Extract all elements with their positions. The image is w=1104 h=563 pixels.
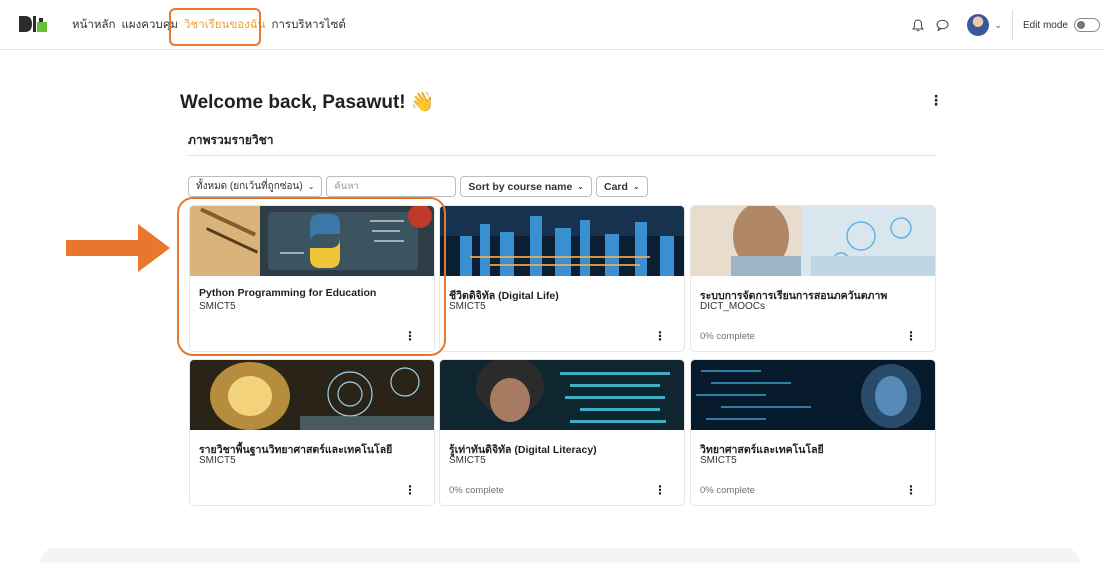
course-category: SMICT5 — [199, 455, 236, 466]
course-progress: 0% complete — [449, 485, 504, 496]
view-dropdown-label: Card — [604, 180, 628, 193]
grouping-dropdown-label: ทั้งหมด (ยกเว้นที่ถูกซ่อน) — [196, 181, 303, 192]
annotation-highlight-nav — [169, 8, 261, 46]
course-card[interactable]: รายวิชาพื้นฐานวิทยาศาสตร์และเทคโนโลยี SM… — [189, 359, 435, 506]
grouping-dropdown[interactable]: ทั้งหมด (ยกเว้นที่ถูกซ่อน) ⌄ — [188, 176, 323, 197]
course-menu-icon[interactable]: ⋮ — [905, 329, 917, 343]
course-menu-icon[interactable]: ⋮ — [654, 483, 666, 497]
course-image — [440, 206, 684, 276]
page-title: Welcome back, Pasawut! 👋 — [180, 92, 435, 113]
course-card[interactable]: ระบบการจัดการเรียนการสอนภควันตภาพ DICT_M… — [690, 205, 936, 352]
nav-divider — [1011, 10, 1013, 40]
course-menu-icon[interactable]: ⋮ — [654, 329, 666, 343]
chat-icon[interactable] — [933, 16, 951, 34]
course-category: DICT_MOOCs — [700, 301, 765, 312]
course-filters: ทั้งหมด (ยกเว้นที่ถูกซ่อน) ⌄ Sort by cou… — [188, 176, 648, 197]
view-dropdown[interactable]: Card ⌄ — [596, 176, 648, 197]
search-input[interactable] — [326, 176, 457, 197]
section-title: ภาพรวมรายวิชา — [188, 133, 274, 147]
course-category: SMICT5 — [449, 301, 486, 312]
section-divider — [188, 155, 936, 156]
course-card[interactable]: วิทยาศาสตร์และเทคโนโลยี SMICT5 0% comple… — [690, 359, 936, 506]
annotation-highlight-card — [177, 197, 446, 356]
chevron-down-icon: ⌄ — [307, 182, 315, 191]
course-image — [190, 360, 434, 430]
course-card[interactable]: ชีวิตดิจิทัล (Digital Life) SMICT5 ⋮ — [439, 205, 685, 352]
page-actions-menu-icon[interactable]: ⋮ — [929, 92, 943, 109]
annotation-arrow-icon — [66, 224, 170, 272]
course-image — [691, 206, 935, 276]
course-image — [440, 360, 684, 430]
nav-item-home[interactable]: หน้าหลัก — [72, 16, 116, 34]
course-card[interactable]: รู้เท่าทันดิจิทัล (Digital Literacy) SMI… — [439, 359, 685, 506]
course-category: SMICT5 — [449, 455, 486, 466]
user-tools: ⌄ Edit mode — [909, 0, 1104, 50]
bell-icon[interactable] — [909, 16, 927, 34]
nav-item-site-admin[interactable]: การบริหารไซต์ — [272, 16, 346, 34]
course-menu-icon[interactable]: ⋮ — [905, 483, 917, 497]
sort-dropdown[interactable]: Sort by course name ⌄ — [460, 176, 592, 197]
course-image — [691, 360, 935, 430]
user-avatar[interactable] — [967, 14, 990, 36]
edit-mode-toggle[interactable] — [1074, 18, 1100, 32]
top-navbar: หน้าหลัก แผงควบคุม วิชาเรียนของฉัน การบร… — [0, 0, 1104, 50]
chevron-down-icon[interactable]: ⌄ — [994, 20, 1002, 31]
course-menu-icon[interactable]: ⋮ — [404, 483, 416, 497]
edit-mode-label: Edit mode — [1022, 19, 1068, 31]
site-logo[interactable] — [18, 13, 48, 37]
footer-band — [40, 548, 1080, 563]
chevron-down-icon: ⌄ — [632, 182, 640, 191]
course-category: SMICT5 — [700, 455, 737, 466]
sort-dropdown-label: Sort by course name — [468, 180, 573, 193]
course-progress: 0% complete — [700, 485, 755, 496]
chevron-down-icon: ⌄ — [577, 182, 584, 191]
course-progress: 0% complete — [700, 331, 755, 342]
